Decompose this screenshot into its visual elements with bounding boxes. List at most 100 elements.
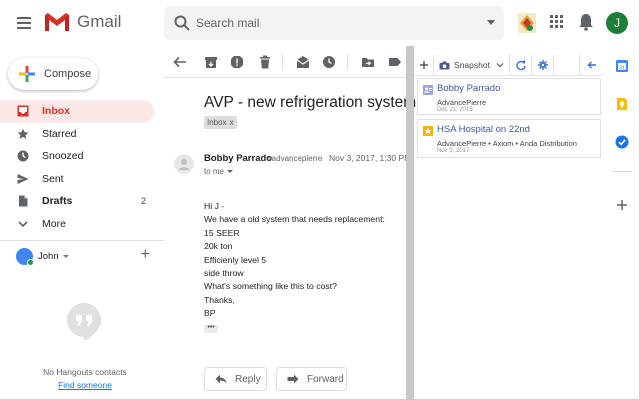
toolbar-separator <box>347 54 348 70</box>
snapshot-label: Snapshot <box>454 60 490 70</box>
side-apps-divider <box>612 171 632 172</box>
archive-icon[interactable] <box>204 55 218 69</box>
sidebar-item-label: Inbox <box>42 105 70 118</box>
tasks-icon[interactable] <box>615 135 629 149</box>
sidebar-item-label: More <box>42 217 66 230</box>
keep-notes-icon[interactable] <box>615 97 629 111</box>
email-subject: AVP - new refrigeration system <box>204 94 417 111</box>
sidebar-item-label: Snoozed <box>42 150 84 163</box>
sidebar-item-starred[interactable]: Starred <box>0 123 154 146</box>
sidebar-item-inbox[interactable]: Inbox <box>0 100 154 123</box>
snapshot-dropdown[interactable]: Snapshot <box>434 54 510 76</box>
notifications-bell-icon[interactable] <box>578 13 594 31</box>
gmail-window: Gmail J <box>0 0 640 400</box>
collapse-panel-button[interactable] <box>580 54 604 76</box>
new-conversation-plus-icon[interactable]: + <box>141 246 150 264</box>
mail-nav: Inbox Starred Snoozed Sent Drafts 2 More <box>0 100 164 235</box>
mark-unread-icon[interactable] <box>296 55 310 69</box>
body-line: 20k ton <box>204 241 233 252</box>
body-line: Hi J - <box>204 201 225 211</box>
body-line: We have a old system that needs replacem… <box>204 214 385 225</box>
recipients-toggle[interactable]: to me <box>204 167 234 176</box>
compose-label: Compose <box>44 68 92 80</box>
sidebar-item-label: Sent <box>42 172 64 185</box>
move-to-folder-icon[interactable] <box>361 55 375 69</box>
sidebar-item-drafts[interactable]: Drafts 2 <box>0 190 154 213</box>
card-subtitle: AdvancePierre • Axiom • Anda Distributio… <box>437 139 577 148</box>
sender-name[interactable]: Bobby Parrado <box>204 153 272 164</box>
email-date: Nov 3, 2017, 1:30 PM <box>329 153 412 163</box>
recipients-caret-icon <box>227 170 234 174</box>
opportunity-star-icon <box>423 126 433 136</box>
arrow-left-icon <box>587 61 596 69</box>
camera-icon <box>439 61 450 69</box>
gmail-logo[interactable]: Gmail <box>44 12 121 32</box>
settings-button[interactable] <box>532 54 554 76</box>
add-button[interactable] <box>414 54 434 76</box>
sidebar-item-more[interactable]: More <box>0 213 154 236</box>
sidebar-item-label: Drafts <box>42 195 73 208</box>
reply-label: Reply <box>235 373 261 385</box>
show-trimmed-content-button[interactable]: ••• <box>204 324 218 333</box>
search-input[interactable] <box>196 6 476 40</box>
refresh-button[interactable] <box>510 54 532 76</box>
snapshot-panel: Snapshot Bobby Parrado AdvancePierre Dec… <box>414 46 604 400</box>
body-line: Efficienly level 5 <box>204 254 267 265</box>
drafts-count: 2 <box>140 196 146 207</box>
hangouts-quote-icon <box>67 303 101 341</box>
app-name: Gmail <box>77 12 122 31</box>
snooze-clock-icon[interactable] <box>322 55 336 69</box>
report-spam-icon[interactable] <box>230 55 244 69</box>
reply-button[interactable]: Reply <box>204 367 267 391</box>
gear-icon <box>537 60 548 70</box>
card-date: Nov 3, 2017 <box>437 148 470 154</box>
contact-card-icon <box>423 85 433 95</box>
email-view: AVP - new refrigeration system Inbox x Bo… <box>164 46 416 400</box>
compose-button[interactable]: Compose <box>8 58 98 90</box>
sender-avatar-icon <box>174 154 194 174</box>
card-title: Bobby Parrado <box>437 83 501 94</box>
forward-button[interactable]: Forward <box>276 367 347 391</box>
card-title: HSA Hospital on 22nd <box>437 124 530 135</box>
panel-resize-scrollbar[interactable] <box>406 46 414 400</box>
left-sidebar: Compose Inbox Starred Snoozed Sent Draft… <box>0 46 164 400</box>
no-contacts-text: No Hangouts contacts <box>43 367 127 377</box>
top-header: Gmail J <box>0 0 640 46</box>
card-date: Dec 21, 2015 <box>437 107 473 113</box>
calendar-icon[interactable]: 31 <box>615 59 629 73</box>
hangouts-caret-icon <box>62 254 69 258</box>
body-line: What's something like this to cost? <box>204 281 337 292</box>
contact-card[interactable]: Bobby Parrado AdvancePierre Dec 21, 2015 <box>417 78 601 115</box>
hangouts-avatar <box>16 247 34 266</box>
inbox-label-chip[interactable]: Inbox x <box>204 116 237 129</box>
hangouts-user[interactable]: John + <box>16 246 156 266</box>
inbox-icon <box>17 105 29 117</box>
hangouts-user-name: John <box>38 250 59 262</box>
plus-icon <box>419 61 428 69</box>
search-icon[interactable] <box>173 14 191 32</box>
label-tag-icon[interactable] <box>388 55 402 69</box>
body-line: side throw <box>204 267 244 278</box>
remove-label-icon[interactable]: x <box>230 118 234 127</box>
draft-icon <box>19 195 28 207</box>
email-body: Hi J - We have a old system that needs r… <box>204 200 385 321</box>
snapshot-toolbar: Snapshot <box>414 54 604 76</box>
main-menu-button[interactable] <box>12 12 36 34</box>
extension-icon[interactable] <box>517 12 537 34</box>
google-apps-icon[interactable] <box>550 15 563 28</box>
back-arrow-icon[interactable] <box>173 55 187 69</box>
opportunity-card[interactable]: HSA Hospital on 22nd AdvancePierre • Axi… <box>417 119 601 158</box>
sidebar-item-sent[interactable]: Sent <box>0 168 154 191</box>
search-bar[interactable] <box>164 6 504 40</box>
delete-icon[interactable] <box>258 55 272 69</box>
forward-label: Forward <box>307 373 344 385</box>
sidebar-item-snoozed[interactable]: Snoozed <box>0 145 154 168</box>
forward-arrow-icon <box>287 374 299 384</box>
search-options-caret-icon[interactable] <box>487 20 495 25</box>
find-someone-link[interactable]: Find someone <box>0 380 170 390</box>
get-addons-plus-icon[interactable] <box>615 198 629 212</box>
clock-icon <box>17 150 29 162</box>
body-line: BP <box>204 308 216 319</box>
body-line: Thanks, <box>204 294 235 305</box>
account-avatar[interactable]: J <box>606 12 628 34</box>
